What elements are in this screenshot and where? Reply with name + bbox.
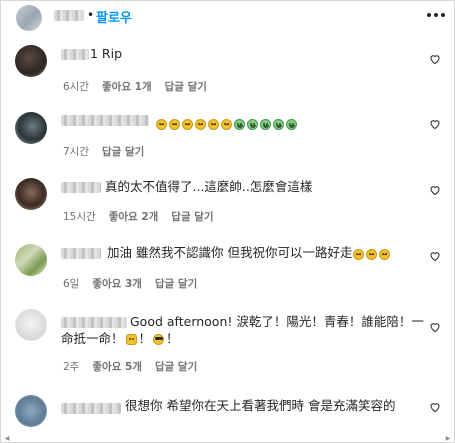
comment-item: Good afternoon! 淚乾了！陽光！青春！誰能陪！一 命抵一命！！！ … <box>1 307 454 383</box>
crying-face-icon <box>379 249 391 260</box>
comment-meta: 7시간 답글 달기 <box>63 144 157 159</box>
scroll-left-icon[interactable]: ◀ <box>3 435 11 442</box>
sunglasses-face-icon <box>153 334 165 345</box>
like-heart-icon[interactable] <box>429 53 441 65</box>
comment-text-line2: 命抵一命！ ！ ！ <box>61 330 179 347</box>
comment-meta: 6시간 좋아요 1개 답글 달기 <box>63 79 220 94</box>
more-options-icon[interactable] <box>424 5 448 25</box>
comment-likes[interactable]: 좋아요 3개 <box>92 278 142 290</box>
comment-meta: 2주 좋아요 5개 답글 달기 <box>63 359 210 374</box>
like-heart-icon[interactable] <box>429 250 441 262</box>
comment-text: 1 Rip <box>90 46 123 61</box>
crying-face-icon <box>182 119 193 130</box>
commenter-avatar[interactable] <box>15 112 47 144</box>
comment-text-line1: Good afternoon! 淚乾了！陽光！青春！誰能陪！一 <box>130 314 424 329</box>
like-heart-icon[interactable] <box>429 118 441 130</box>
reply-button[interactable]: 답글 달기 <box>171 211 213 223</box>
commenter-avatar[interactable] <box>15 45 47 77</box>
comment-text: 真的太不值得了...這麼帥..怎麼會這樣 <box>105 179 313 194</box>
sobbing-face-icon <box>273 119 284 130</box>
scroll-right-icon[interactable]: ▶ <box>444 435 452 442</box>
comment-likes[interactable]: 좋아요 2개 <box>109 211 159 223</box>
comment-likes[interactable]: 좋아요 1개 <box>102 81 152 93</box>
reply-button[interactable]: 답글 달기 <box>102 146 144 158</box>
horizontal-scrollbar[interactable]: ◀ ▶ <box>1 435 454 442</box>
commenter-username-redacted[interactable] <box>61 317 127 328</box>
comment-text: 很想你 希望你在天上看著我們時 會是充滿笑容的 <box>125 398 396 413</box>
commenter-avatar[interactable] <box>15 309 47 341</box>
like-heart-icon[interactable] <box>429 321 441 333</box>
comment-meta: 15시간 좋아요 2개 답글 달기 <box>63 209 227 224</box>
commenter-username-redacted[interactable] <box>61 403 121 414</box>
sobbing-face-icon <box>234 119 245 130</box>
crying-face-icon <box>208 119 219 130</box>
comment-meta: 6일 좋아요 3개 답글 달기 <box>63 276 210 291</box>
comment-time: 2주 <box>63 361 80 373</box>
comment-item: 真的太不值得了...這麼帥..怎麼會這樣 15시간 좋아요 2개 답글 달기 <box>1 172 454 230</box>
sobbing-face-icon <box>247 119 258 130</box>
comment-likes[interactable]: 좋아요 5개 <box>92 361 142 373</box>
flexed-biceps-icon <box>125 334 137 345</box>
comment-item: 很想你 希望你在天上看著我們時 會是充滿笑容的 <box>1 389 454 435</box>
comment-time: 6일 <box>63 278 80 290</box>
comment-time: 15시간 <box>63 211 96 223</box>
commenter-avatar[interactable] <box>15 395 47 427</box>
crying-face-icon <box>169 119 180 130</box>
crying-face-icon <box>195 119 206 130</box>
like-heart-icon[interactable] <box>429 184 441 196</box>
like-heart-icon[interactable] <box>429 401 441 413</box>
author-username-redacted[interactable] <box>54 10 84 21</box>
crying-face-icon <box>221 119 232 130</box>
author-avatar[interactable] <box>16 5 42 31</box>
comment-time: 7시간 <box>63 146 90 158</box>
comment-text-segment: ！ <box>166 331 179 346</box>
comment-item: 加油 雖然我不認識你 但我祝你可以一路好走 6일 좋아요 3개 답글 달기 <box>1 238 454 296</box>
emoji-row <box>353 245 392 262</box>
commenter-username-redacted[interactable] <box>61 248 101 259</box>
sobbing-face-icon <box>286 119 297 130</box>
comment-item: 7시간 답글 달기 <box>1 106 454 164</box>
comment-item: 1 Rip 6시간 좋아요 1개 답글 달기 <box>1 37 454 97</box>
crying-face-icon <box>353 249 365 260</box>
commenter-avatar[interactable] <box>15 244 47 276</box>
commenter-username-redacted[interactable] <box>61 182 101 193</box>
comment-text: 加油 雖然我不認識你 但我祝你可以一路好走 <box>107 244 392 262</box>
follow-button[interactable]: 팔로우 <box>96 7 132 26</box>
comment-text-body: 加油 雖然我不認識你 但我祝你可以一路好走 <box>107 245 353 260</box>
post-header: • 팔로우 <box>1 1 454 33</box>
emoji-row <box>156 114 299 133</box>
comment-text-segment: 命抵一命！ <box>61 331 124 346</box>
comments-panel: • 팔로우 1 Rip 6시간 좋아요 1개 답글 달기 7시간 답글 달기 真… <box>0 0 455 443</box>
reply-button[interactable]: 답글 달기 <box>155 278 197 290</box>
commenter-avatar[interactable] <box>15 178 47 210</box>
reply-button[interactable]: 답글 달기 <box>155 361 197 373</box>
comment-text-segment: ！ <box>138 331 152 346</box>
crying-face-icon <box>366 249 378 260</box>
crying-face-icon <box>156 119 167 130</box>
reply-button[interactable]: 답글 달기 <box>165 81 207 93</box>
sobbing-face-icon <box>260 119 271 130</box>
commenter-username-redacted[interactable] <box>61 49 89 60</box>
separator-dot: • <box>87 8 95 22</box>
comment-time: 6시간 <box>63 81 90 93</box>
commenter-username-redacted[interactable] <box>61 115 149 126</box>
